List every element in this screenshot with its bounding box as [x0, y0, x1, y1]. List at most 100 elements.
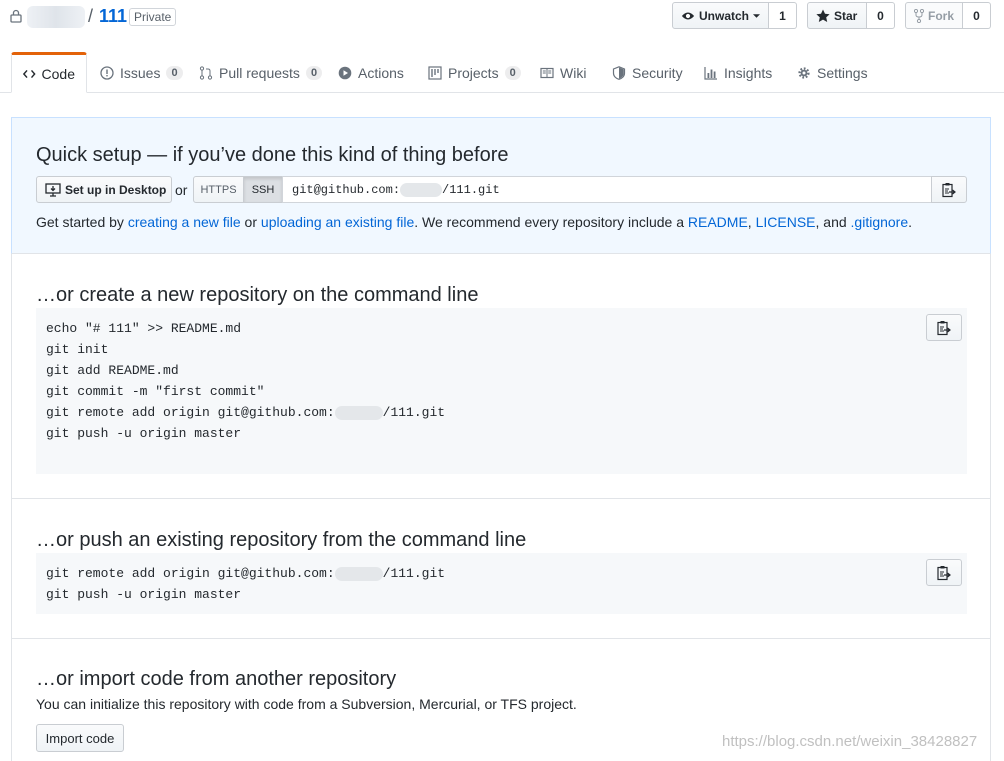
clone-url-prefix: git@github.com:: [292, 182, 401, 197]
gear-icon: [798, 66, 810, 79]
https-toggle[interactable]: HTTPS: [193, 176, 244, 203]
projects-counter: 0: [504, 65, 521, 80]
pull-requests-counter: 0: [305, 65, 323, 80]
redacted-username: [334, 566, 383, 581]
help-text-2: or: [240, 214, 261, 230]
help-text-5: .: [908, 214, 913, 230]
owner-name-redacted[interactable]: [27, 6, 85, 28]
import-title: …or import code from another repository: [36, 668, 397, 690]
desktop-download-icon: [45, 182, 61, 197]
code-icon: [23, 69, 36, 78]
star-icon: [816, 9, 830, 22]
shield-icon: [612, 65, 626, 80]
new-repo-code-block: echo "# 111" >> README.md git init git a…: [36, 308, 967, 474]
fork-icon: [914, 8, 924, 23]
copy-url-button[interactable]: [931, 176, 967, 203]
quick-setup-panel: Quick setup — if you’ve done this kind o…: [11, 117, 991, 254]
lock-icon: [10, 9, 22, 23]
star-label: Star: [834, 8, 858, 23]
watermark: https://blog.csdn.net/weixin_38428827: [722, 733, 978, 750]
tab-issues-label: Issues: [120, 64, 161, 81]
path-separator: /: [88, 6, 94, 26]
clone-url-input[interactable]: git@github.com: /111.git: [282, 176, 932, 203]
quick-setup-title: Quick setup — if you’ve done this kind o…: [36, 144, 509, 166]
tab-actions-label: Actions: [358, 64, 404, 81]
help-comma: ,: [747, 214, 752, 230]
tab-issues[interactable]: Issues 0: [100, 52, 183, 93]
create-new-file-link[interactable]: creating a new file: [128, 214, 241, 230]
issue-icon: [100, 65, 114, 80]
push-existing-title: …or push an existing repository from the…: [36, 529, 527, 551]
quick-setup-help: Get started by creating a new file or up…: [36, 214, 912, 230]
graph-icon: [704, 66, 717, 80]
remote-suffix: /111.git: [382, 566, 446, 581]
tab-code[interactable]: Code: [11, 52, 87, 93]
setup-desktop-button[interactable]: Set up in Desktop: [36, 176, 172, 203]
ssh-toggle[interactable]: SSH: [243, 176, 283, 203]
book-icon: [540, 67, 554, 78]
help-text-4: , and: [815, 214, 851, 230]
new-repo-section: …or create a new repository on the comma…: [11, 254, 991, 499]
remote-suffix: /111.git: [382, 405, 446, 420]
star-button[interactable]: Star: [807, 2, 867, 29]
clipboard-icon: [937, 565, 951, 580]
tab-settings[interactable]: Settings: [797, 52, 868, 93]
repo-name-link[interactable]: 111: [99, 6, 127, 27]
code-line-remote: git remote add origin git@github.com: /11…: [46, 566, 445, 581]
private-badge: Private: [129, 8, 177, 26]
license-link[interactable]: LICENSE: [756, 214, 816, 230]
push-existing-section: …or push an existing repository from the…: [11, 499, 991, 639]
issues-counter: 0: [166, 65, 183, 80]
copy-push-commands-button[interactable]: [926, 559, 962, 586]
code-line: echo "# 111" >> README.md: [46, 321, 242, 336]
play-icon: [338, 66, 352, 79]
redacted-username: [400, 182, 443, 197]
clone-url-suffix: /111.git: [442, 182, 500, 197]
code-line: git commit -m "first commit": [46, 384, 265, 399]
code-line: git push -u origin master: [46, 587, 242, 602]
tab-pull-requests-label: Pull requests: [219, 64, 300, 81]
tab-projects-label: Projects: [448, 64, 499, 81]
clipboard-icon: [937, 320, 951, 335]
pull-request-icon: [199, 65, 213, 80]
code-line: git add README.md: [46, 363, 179, 378]
new-repo-title: …or create a new repository on the comma…: [36, 284, 479, 306]
gitignore-link[interactable]: .gitignore: [851, 214, 909, 230]
code-line-remote: git remote add origin git@github.com: /11…: [46, 405, 445, 420]
help-text-3: . We recommend every repository include …: [414, 214, 688, 230]
eye-icon: [681, 12, 695, 19]
tab-security-label: Security: [632, 64, 683, 81]
tab-pull-requests[interactable]: Pull requests 0: [199, 52, 323, 93]
code-line: git push -u origin master: [46, 426, 242, 441]
redacted-username: [334, 405, 383, 420]
unwatch-label: Unwatch: [698, 8, 749, 23]
tab-projects[interactable]: Projects 0: [428, 52, 521, 93]
tab-actions[interactable]: Actions: [338, 52, 404, 93]
clipboard-icon: [942, 182, 956, 197]
fork-count[interactable]: 0: [963, 2, 991, 29]
push-existing-code-block: git remote add origin git@github.com: /11…: [36, 553, 967, 614]
fork-button[interactable]: Fork: [905, 2, 963, 29]
repo-header: / 111 Private Unwatch 1 Star 0 Fork 0: [0, 0, 1004, 46]
remote-prefix: git remote add origin git@github.com:: [46, 405, 335, 420]
or-text: or: [175, 182, 188, 198]
setup-desktop-label: Set up in Desktop: [65, 182, 167, 197]
remote-prefix: git remote add origin git@github.com:: [46, 566, 335, 581]
tab-wiki[interactable]: Wiki: [540, 52, 586, 93]
unwatch-button[interactable]: Unwatch: [672, 2, 769, 29]
code-line: git init: [46, 342, 109, 357]
caret-down-icon: [753, 13, 760, 18]
readme-link[interactable]: README: [688, 214, 748, 230]
tab-insights[interactable]: Insights: [704, 52, 772, 93]
tab-code-label: Code: [41, 65, 75, 82]
copy-commands-button[interactable]: [926, 314, 962, 341]
star-count[interactable]: 0: [867, 2, 895, 29]
project-icon: [428, 65, 442, 80]
tab-wiki-label: Wiki: [560, 64, 587, 81]
watch-count[interactable]: 1: [769, 2, 797, 29]
upload-file-link[interactable]: uploading an existing file: [261, 214, 414, 230]
tab-insights-label: Insights: [724, 64, 773, 81]
fork-label: Fork: [927, 8, 954, 23]
tab-security[interactable]: Security: [612, 52, 683, 93]
import-code-button[interactable]: Import code: [36, 724, 124, 752]
